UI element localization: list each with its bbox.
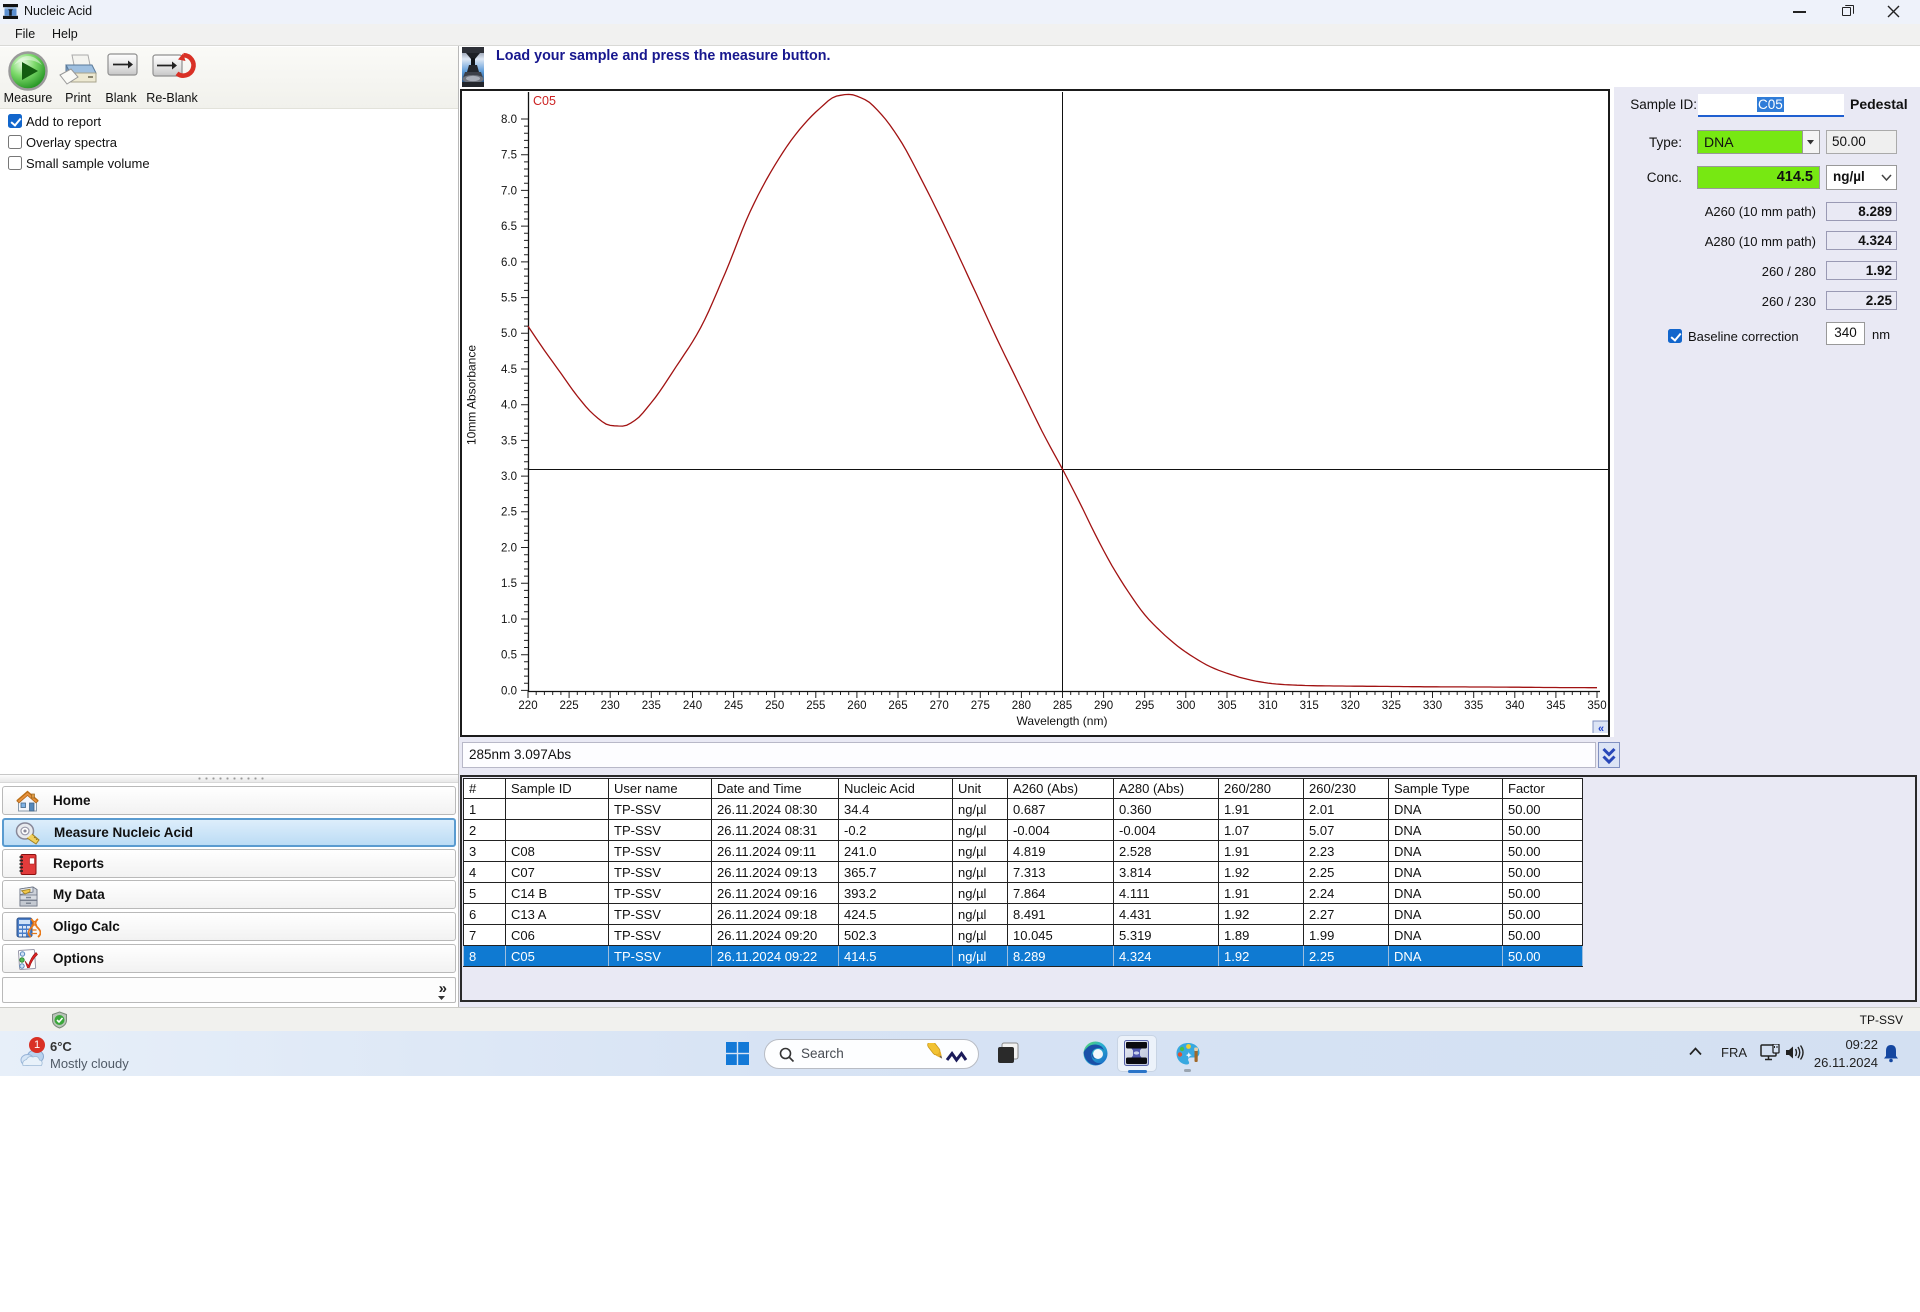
svg-text:310: 310 [1259, 700, 1278, 712]
svg-text:285: 285 [1053, 700, 1072, 712]
svg-text:7.0: 7.0 [501, 185, 517, 197]
svg-text:2.0: 2.0 [501, 542, 517, 554]
svg-text:260: 260 [847, 700, 866, 712]
svg-text:3.5: 3.5 [501, 435, 517, 447]
svg-text:4.5: 4.5 [501, 364, 517, 376]
svg-text:10mm Absorbance: 10mm Absorbance [465, 345, 479, 445]
svg-text:295: 295 [1135, 700, 1154, 712]
svg-text:4.0: 4.0 [501, 400, 517, 412]
svg-text:350: 350 [1587, 700, 1606, 712]
svg-text:235: 235 [642, 700, 661, 712]
svg-text:320: 320 [1341, 700, 1360, 712]
svg-text:1.0: 1.0 [501, 614, 517, 626]
svg-text:250: 250 [765, 700, 784, 712]
svg-text:6.0: 6.0 [501, 257, 517, 269]
svg-text:290: 290 [1094, 700, 1113, 712]
svg-text:7.5: 7.5 [501, 150, 517, 162]
svg-text:2.5: 2.5 [501, 507, 517, 519]
svg-text:«: « [1598, 723, 1604, 733]
svg-text:6.5: 6.5 [501, 221, 517, 233]
svg-text:255: 255 [806, 700, 825, 712]
svg-text:0.5: 0.5 [501, 650, 517, 662]
svg-text:300: 300 [1176, 700, 1195, 712]
svg-text:305: 305 [1217, 700, 1236, 712]
svg-text:225: 225 [560, 700, 579, 712]
svg-text:0.0: 0.0 [501, 685, 517, 697]
svg-text:220: 220 [518, 700, 537, 712]
svg-text:5.0: 5.0 [501, 328, 517, 340]
svg-text:275: 275 [971, 700, 990, 712]
svg-text:Wavelength (nm): Wavelength (nm) [1017, 714, 1108, 728]
svg-text:5.5: 5.5 [501, 293, 517, 305]
svg-text:325: 325 [1382, 700, 1401, 712]
svg-text:330: 330 [1423, 700, 1442, 712]
svg-text:245: 245 [724, 700, 743, 712]
svg-text:265: 265 [888, 700, 907, 712]
svg-text:C05: C05 [533, 94, 556, 108]
svg-text:280: 280 [1012, 700, 1031, 712]
svg-text:315: 315 [1300, 700, 1319, 712]
svg-text:8.0: 8.0 [501, 114, 517, 126]
svg-text:340: 340 [1505, 700, 1524, 712]
svg-text:345: 345 [1546, 700, 1565, 712]
svg-text:335: 335 [1464, 700, 1483, 712]
svg-text:1.5: 1.5 [501, 578, 517, 590]
svg-text:230: 230 [601, 700, 620, 712]
svg-text:240: 240 [683, 700, 702, 712]
svg-text:3.0: 3.0 [501, 471, 517, 483]
svg-text:270: 270 [930, 700, 949, 712]
